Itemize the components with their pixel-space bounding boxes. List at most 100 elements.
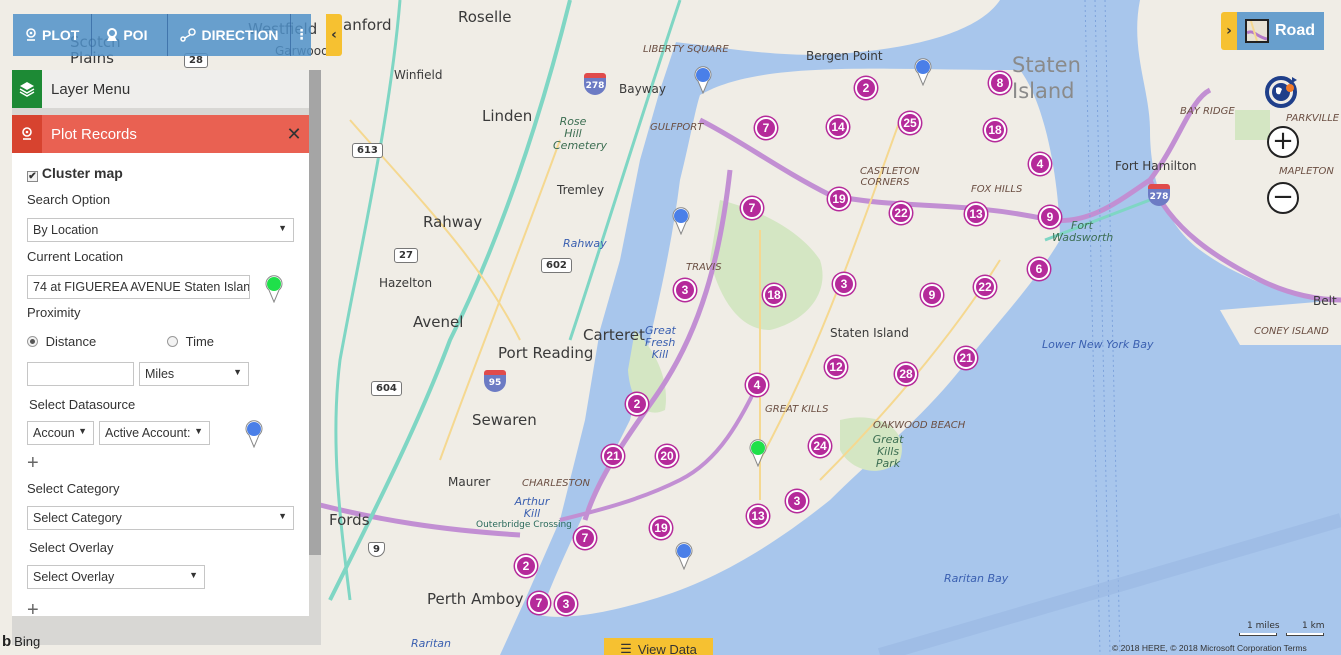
cluster-marker[interactable]: 19 <box>828 188 850 210</box>
select-category-value: Select Category <box>33 511 122 525</box>
current-location-label: Current Location <box>27 249 124 264</box>
datasource-entity-value: Accoun <box>33 426 75 440</box>
poi-button[interactable]: POI <box>92 14 169 56</box>
time-radio[interactable]: Time <box>167 334 214 349</box>
cluster-marker[interactable]: 3 <box>674 279 696 301</box>
cluster-marker[interactable]: 7 <box>574 527 596 549</box>
cluster-marker[interactable]: 9 <box>1039 206 1061 228</box>
cluster-marker[interactable]: 3 <box>786 490 808 512</box>
cluster-marker[interactable]: 3 <box>833 273 855 295</box>
dropdown-arrow-icon: ▼ <box>278 223 287 233</box>
cluster-marker[interactable]: 8 <box>989 72 1011 94</box>
cluster-marker[interactable]: 18 <box>984 119 1006 141</box>
poi-icon <box>107 28 118 41</box>
record-pin[interactable] <box>694 66 712 94</box>
road-shield: 602 <box>541 258 572 273</box>
more-options-icon[interactable]: ⋮ <box>291 14 311 56</box>
cluster-marker[interactable]: 25 <box>899 112 921 134</box>
layers-icon <box>12 70 42 108</box>
distance-radio[interactable]: Distance <box>27 334 96 349</box>
datasource-entity-select[interactable]: Accoun ▼ <box>27 421 94 445</box>
direction-button[interactable]: DIRECTION <box>168 14 292 56</box>
current-location-pin-icon[interactable] <box>264 275 284 303</box>
cluster-marker[interactable]: 21 <box>955 347 977 369</box>
current-location-pin[interactable] <box>749 439 767 467</box>
cluster-marker[interactable]: 7 <box>755 117 777 139</box>
current-location-input[interactable]: 74 at FIGUEREA AVENUE Staten Islan <box>27 275 250 299</box>
search-option-label: Search Option <box>27 192 111 207</box>
select-overlay-dropdown[interactable]: Select Overlay ▼ <box>27 565 205 589</box>
record-pin[interactable] <box>914 58 932 86</box>
locate-me-icon[interactable] <box>1264 74 1300 110</box>
road-shield: 613 <box>352 143 383 158</box>
datasource-pin-icon[interactable] <box>244 420 264 448</box>
cluster-marker[interactable]: 24 <box>809 435 831 457</box>
layer-menu-header[interactable]: Layer Menu <box>12 70 309 108</box>
bing-logo: b Bing <box>2 633 40 650</box>
layer-menu-title: Layer Menu <box>51 80 131 98</box>
road-map-thumbnail-icon <box>1245 19 1269 43</box>
cluster-marker[interactable]: 18 <box>763 284 785 306</box>
unit-select[interactable]: Miles ▼ <box>139 362 249 386</box>
record-pin[interactable] <box>672 207 690 235</box>
cluster-marker[interactable]: 13 <box>747 505 769 527</box>
plot-records-title: Plot Records <box>51 125 137 143</box>
cluster-marker[interactable]: 21 <box>602 445 624 467</box>
copyright-text[interactable]: © 2018 HERE, © 2018 Microsoft Corporatio… <box>1112 643 1307 653</box>
cluster-marker[interactable]: 2 <box>626 393 648 415</box>
cluster-map-row: ✔ Cluster map <box>27 165 123 182</box>
interstate-shield: 278 <box>584 73 606 95</box>
cluster-map-label: Cluster map <box>41 165 123 181</box>
cluster-marker[interactable]: 28 <box>895 363 917 385</box>
view-data-button[interactable]: ☰ View Data <box>604 638 713 655</box>
map-type-button[interactable]: Road <box>1237 12 1324 50</box>
add-datasource-button[interactable]: + <box>27 452 39 475</box>
toolbar-collapse-button[interactable]: ‹ <box>326 14 342 56</box>
select-category-dropdown[interactable]: Select Category ▼ <box>27 506 294 530</box>
search-option-select[interactable]: By Location ▼ <box>27 218 294 242</box>
map-type-collapse-button[interactable]: › <box>1221 12 1237 50</box>
record-pin[interactable] <box>675 542 693 570</box>
panel-scrollbar[interactable] <box>309 70 321 555</box>
cluster-marker[interactable]: 2 <box>855 77 877 99</box>
cluster-marker[interactable]: 9 <box>921 284 943 306</box>
road-shield: 604 <box>371 381 402 396</box>
cluster-marker[interactable]: 14 <box>827 116 849 138</box>
cluster-marker[interactable]: 22 <box>890 202 912 224</box>
route-icon <box>180 28 197 42</box>
cluster-marker[interactable]: 13 <box>965 203 987 225</box>
direction-button-label: DIRECTION <box>201 27 279 43</box>
plot-button-label: PLOT <box>42 27 80 43</box>
distance-input[interactable] <box>27 362 134 386</box>
zoom-out-button[interactable]: − <box>1267 182 1299 214</box>
location-pin-icon <box>12 115 42 153</box>
datasource-view-select[interactable]: Active Account: ▼ <box>99 421 210 445</box>
plot-records-form: ✔ Cluster map Search Option By Location ▼… <box>12 153 309 616</box>
time-radio-button[interactable] <box>167 336 178 347</box>
cluster-map-checkbox[interactable]: ✔ <box>27 171 38 182</box>
cluster-marker[interactable]: 4 <box>746 374 768 396</box>
plot-button[interactable]: PLOT <box>13 14 93 56</box>
close-icon[interactable]: ✕ <box>279 124 309 145</box>
distance-radio-button[interactable] <box>27 336 38 347</box>
zoom-in-button[interactable]: + <box>1267 126 1299 158</box>
select-overlay-label: Select Overlay <box>29 540 114 555</box>
cluster-marker[interactable]: 3 <box>555 593 577 615</box>
cluster-marker[interactable]: 7 <box>528 592 550 614</box>
select-datasource-label: Select Datasource <box>29 397 136 412</box>
cluster-marker[interactable]: 7 <box>741 197 763 219</box>
cluster-marker[interactable]: 2 <box>515 555 537 577</box>
add-overlay-button[interactable]: + <box>27 599 39 616</box>
cluster-marker[interactable]: 22 <box>974 276 996 298</box>
cluster-marker[interactable]: 4 <box>1029 153 1051 175</box>
scale-bar-miles <box>1239 633 1277 636</box>
cluster-marker[interactable]: 6 <box>1028 258 1050 280</box>
select-category-label: Select Category <box>27 481 120 496</box>
list-icon: ☰ <box>620 641 632 655</box>
dropdown-arrow-icon: ▼ <box>78 426 87 436</box>
cluster-marker[interactable]: 19 <box>650 517 672 539</box>
cluster-marker[interactable]: 20 <box>656 445 678 467</box>
side-panel: Layer Menu Plot Records ✕ ✔ Cluster map … <box>12 70 321 645</box>
road-shield: 27 <box>394 248 418 263</box>
cluster-marker[interactable]: 12 <box>825 356 847 378</box>
